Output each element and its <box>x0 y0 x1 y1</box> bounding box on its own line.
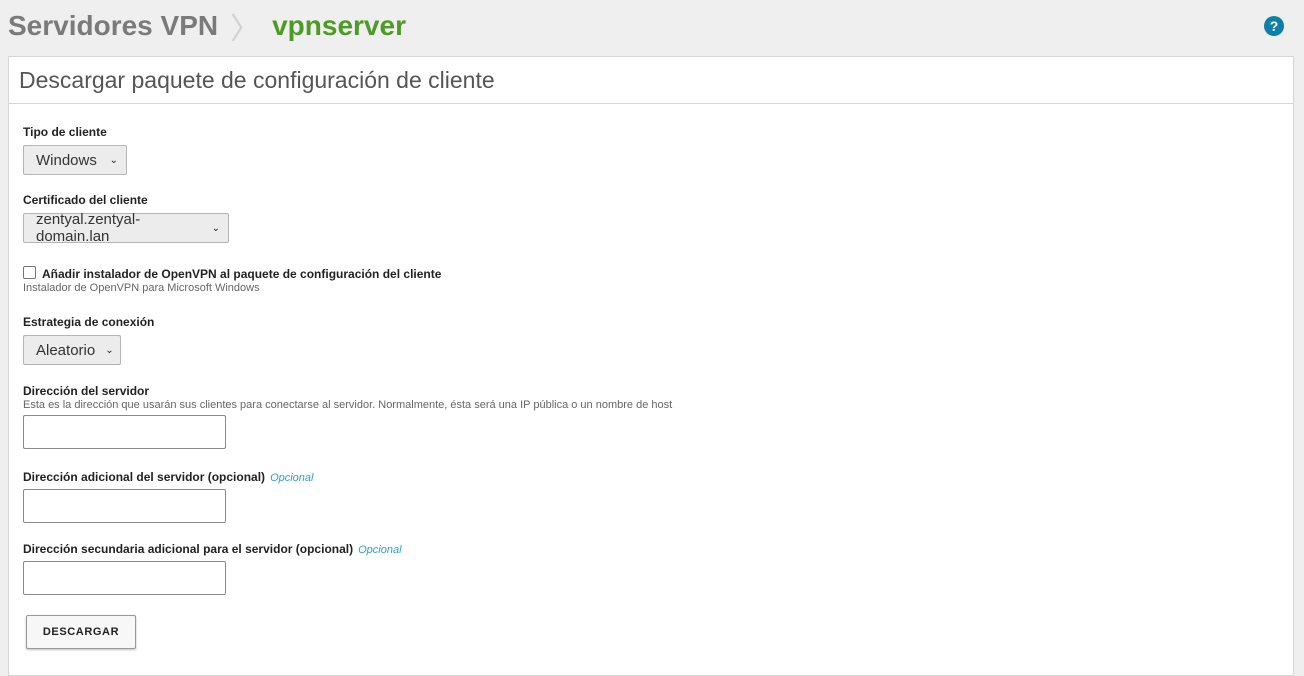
server-address-field: Dirección del servidor Esta es la direcc… <box>23 384 672 449</box>
server-address-label: Dirección del servidor <box>23 384 150 398</box>
chevron-down-icon: ⌄ <box>105 344 114 356</box>
download-button[interactable]: DESCARGAR <box>26 615 136 649</box>
additional-address-field: Dirección adicional del servidor (opcion… <box>23 470 313 523</box>
additional-address-label: Dirección adicional del servidor (opcion… <box>23 470 266 484</box>
installer-label: Añadir instalador de OpenVPN al paquete … <box>42 267 442 281</box>
installer-field: Añadir instalador de OpenVPN al paquete … <box>23 266 441 294</box>
chevron-down-icon: ⌄ <box>109 154 118 166</box>
chevron-down-icon: ⌄ <box>211 222 220 234</box>
server-address-help: Esta es la dirección que usarán sus clie… <box>23 399 673 411</box>
client-cert-value: zentyal.zentyal-domain.lan <box>36 211 141 245</box>
secondary-address-input[interactable] <box>23 561 226 595</box>
strategy-field: Estrategia de conexión Aleatorio ⌄ <box>23 315 154 365</box>
strategy-label: Estrategia de conexión <box>23 315 155 329</box>
strategy-value: Aleatorio <box>36 341 96 359</box>
client-type-value: Windows <box>36 151 97 169</box>
server-address-input[interactable] <box>23 415 226 449</box>
config-panel: Descargar paquete de configuración de cl… <box>8 56 1294 676</box>
client-cert-field: Certificado del cliente zentyal.zentyal-… <box>23 193 229 245</box>
installer-checkbox[interactable] <box>23 266 36 279</box>
strategy-select[interactable]: Aleatorio ⌄ <box>23 335 121 365</box>
client-type-select[interactable]: Windows ⌄ <box>23 145 127 175</box>
client-type-label: Tipo de cliente <box>23 125 107 139</box>
breadcrumb: Servidores VPN 〉 vpnserver <box>8 4 406 48</box>
secondary-address-label: Dirección secundaria adicional para el s… <box>23 542 354 556</box>
optional-tag: Opcional <box>358 544 402 556</box>
installer-help: Instalador de OpenVPN para Microsoft Win… <box>23 282 260 294</box>
breadcrumb-parent-link[interactable]: Servidores VPN <box>8 10 218 42</box>
panel-title: Descargar paquete de configuración de cl… <box>9 57 1293 104</box>
client-cert-label: Certificado del cliente <box>23 193 148 207</box>
secondary-address-field: Dirección secundaria adicional para el s… <box>23 542 402 595</box>
breadcrumb-separator: 〉 <box>230 13 261 46</box>
page-title: vpnserver <box>272 10 406 41</box>
optional-tag: Opcional <box>270 472 314 484</box>
client-cert-select[interactable]: zentyal.zentyal-domain.lan ⌄ <box>23 211 229 245</box>
help-icon[interactable]: ? <box>1264 16 1284 36</box>
additional-address-input[interactable] <box>23 489 226 523</box>
client-type-field: Tipo de cliente Windows ⌄ <box>23 125 127 175</box>
